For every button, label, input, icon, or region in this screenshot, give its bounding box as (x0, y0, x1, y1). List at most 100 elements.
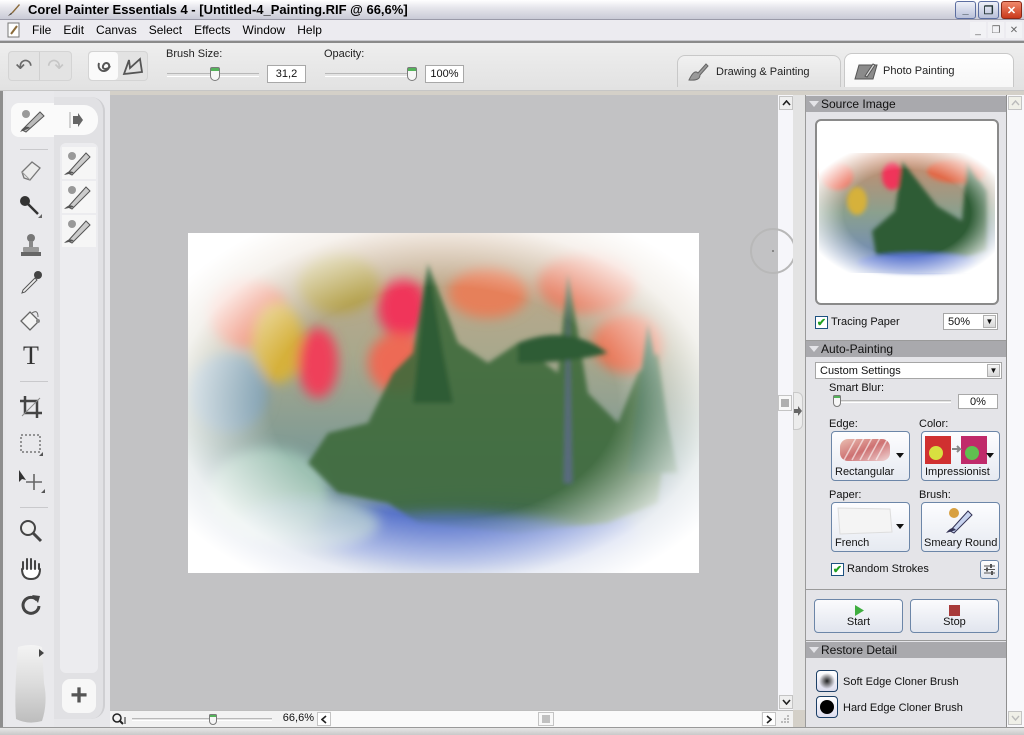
restore-detail-header[interactable]: Restore Detail (806, 642, 1006, 658)
eraser-icon (21, 161, 41, 181)
edge-value: Rectangular (835, 466, 895, 478)
tool-transform[interactable] (14, 465, 48, 497)
straight-line-strokes-button[interactable] (118, 52, 147, 80)
paper-selector[interactable]: French (831, 502, 910, 552)
resize-grip-icon[interactable] (780, 714, 790, 724)
color-selector[interactable]: Impressionist (921, 431, 1000, 481)
panel-vertical-scrollbar[interactable] (1007, 95, 1024, 728)
horizontal-scroll-thumb[interactable] (538, 712, 554, 726)
smart-blur-field[interactable]: 0% (958, 394, 998, 409)
tool-rectangular-selection[interactable] (14, 428, 48, 460)
edge-selector[interactable]: Rectangular (831, 431, 910, 481)
source-image-header[interactable]: Source Image (806, 96, 1006, 112)
menu-select[interactable]: Select (143, 23, 188, 37)
smart-blur-slider[interactable] (833, 395, 951, 407)
hard-edge-cloner-button[interactable] (816, 696, 838, 718)
tool-crop[interactable] (14, 391, 48, 423)
menu-canvas[interactable]: Canvas (90, 23, 143, 37)
undo-icon: ↶ (15, 55, 33, 78)
scroll-left-button[interactable] (317, 712, 331, 726)
minimize-button[interactable]: _ (955, 1, 976, 19)
stroke-options-button[interactable] (980, 560, 999, 579)
start-button[interactable]: Start (814, 599, 903, 633)
tool-brush[interactable] (11, 103, 55, 137)
opacity-field[interactable]: 100% (425, 65, 464, 83)
menu-edit[interactable]: Edit (57, 23, 90, 37)
tool-magnifier[interactable] (14, 515, 48, 547)
auto-painting-title: Auto-Painting (821, 342, 894, 356)
brush-size-slider-thumb[interactable] (209, 67, 220, 81)
restore-detail-title: Restore Detail (821, 643, 898, 657)
arrow-right-icon (69, 112, 83, 128)
random-strokes-checkbox[interactable]: ✔ (831, 563, 844, 576)
brush-variant-1[interactable] (62, 147, 96, 179)
opacity-slider[interactable] (325, 67, 417, 81)
start-label: Start (846, 615, 871, 628)
tool-magic-wand[interactable] (14, 191, 48, 223)
paper-texture-selector[interactable] (12, 643, 50, 725)
canvas-vertical-scrollbar[interactable] (778, 95, 793, 710)
opacity-slider-thumb[interactable] (407, 67, 417, 81)
stop-label: Stop (943, 615, 966, 628)
brush-variant-3[interactable] (62, 215, 96, 247)
smart-blur-slider-thumb[interactable] (833, 395, 841, 407)
tool-text[interactable]: T (14, 340, 48, 372)
tool-rotate-page[interactable] (14, 589, 48, 621)
tool-grabber-hand[interactable] (14, 552, 48, 584)
source-image-title: Source Image (821, 97, 896, 111)
tracing-opacity-dropdown[interactable]: 50% ▼ (943, 313, 998, 330)
close-button[interactable]: ✕ (1001, 1, 1022, 19)
stop-button[interactable]: Stop (910, 599, 999, 633)
tool-cloner-stamp[interactable] (14, 229, 48, 261)
tool-eraser[interactable] (14, 155, 48, 187)
zoom-slider-thumb[interactable] (208, 714, 217, 725)
scroll-down-button[interactable] (779, 695, 793, 709)
doc-close-button[interactable]: ✕ (1006, 22, 1022, 38)
document-icon[interactable] (6, 22, 22, 38)
undo-button[interactable]: ↶ (9, 52, 40, 80)
scroll-up-button[interactable] (779, 96, 793, 110)
menu-help[interactable]: Help (291, 23, 328, 37)
vertical-scroll-thumb[interactable] (778, 395, 792, 411)
panel-scroll-up-button[interactable] (1008, 96, 1022, 110)
brush-variant-2[interactable] (62, 181, 96, 213)
tool-paint-bucket[interactable] (14, 304, 48, 336)
edge-preview-icon (840, 437, 890, 461)
menu-window[interactable]: Window (237, 23, 292, 37)
tool-dropper[interactable] (14, 266, 48, 298)
panel-splitter[interactable] (793, 95, 805, 710)
toggle-variants-button[interactable] (54, 105, 98, 135)
collapse-panel-button[interactable] (793, 392, 803, 430)
brush-selector[interactable]: Smeary Round (921, 502, 1000, 552)
auto-painting-preset-dropdown[interactable]: Custom Settings ▼ (815, 362, 1002, 379)
play-icon (854, 604, 864, 616)
tab-photo-painting[interactable]: Photo Painting (844, 53, 1014, 87)
tracing-paper-checkbox[interactable]: ✔ (815, 316, 828, 329)
source-image-preview[interactable] (815, 119, 999, 305)
painting-canvas[interactable] (188, 233, 699, 573)
scroll-right-button[interactable] (762, 712, 776, 726)
chevron-down-icon (781, 699, 791, 705)
toolbox: T (6, 91, 55, 735)
freehand-strokes-button[interactable] (89, 52, 118, 80)
menu-effects[interactable]: Effects (188, 23, 236, 37)
restore-button[interactable]: ❐ (978, 1, 999, 19)
doc-restore-button[interactable]: ❐ (988, 22, 1004, 38)
panel-scroll-down-button[interactable] (1008, 711, 1022, 725)
brush-size-slider[interactable] (167, 67, 259, 81)
magnifier-icon (20, 520, 43, 543)
doc-minimize-button[interactable]: _ (970, 22, 986, 38)
add-variant-button[interactable]: + (62, 679, 96, 713)
soft-edge-cloner-button[interactable] (816, 670, 838, 692)
dropper-icon (21, 271, 42, 294)
auto-painting-header[interactable]: Auto-Painting (806, 341, 1006, 357)
hard-edge-cloner-label[interactable]: Hard Edge Cloner Brush (843, 702, 963, 714)
soft-edge-cloner-label[interactable]: Soft Edge Cloner Brush (843, 676, 959, 688)
redo-button[interactable]: ↷ (40, 52, 71, 80)
menu-file[interactable]: File (26, 23, 57, 37)
color-value: Impressionist (925, 466, 990, 478)
brush-size-field[interactable]: 31,2 (267, 65, 306, 83)
tab-drawing-painting[interactable]: Drawing & Painting (677, 55, 841, 87)
zoom-slider[interactable] (132, 714, 272, 725)
brush-variant-icon (64, 186, 91, 210)
